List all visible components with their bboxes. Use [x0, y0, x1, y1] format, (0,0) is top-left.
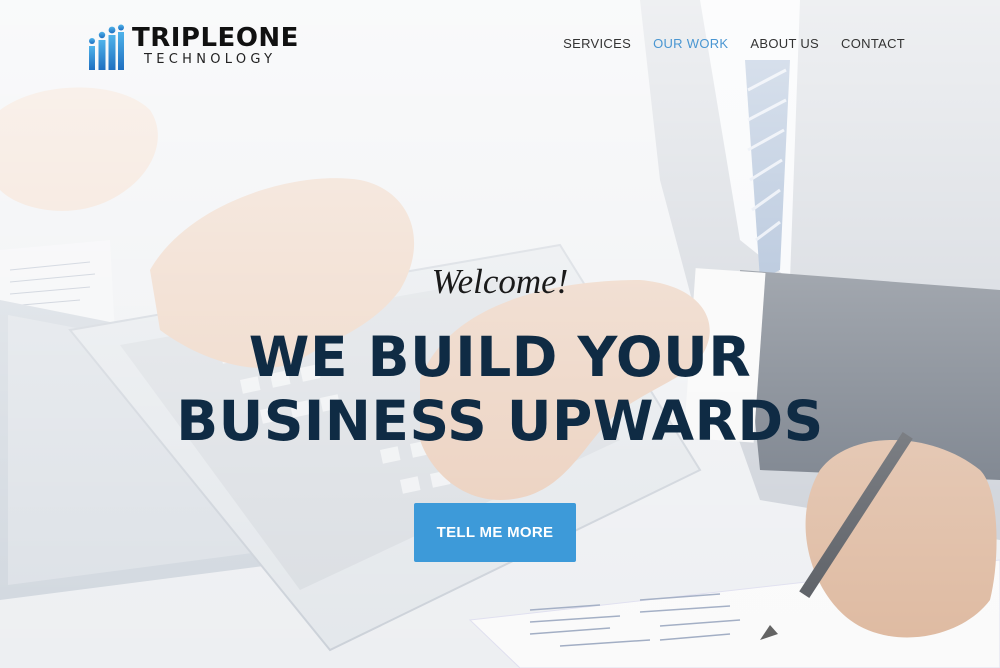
brand-subtitle: TECHNOLOGY: [144, 52, 277, 67]
site-header: TRIPLEONE TECHNOLOGY SERVICES OUR WORK A…: [0, 0, 1000, 90]
hero-headline: WE BUILD YOUR BUSINESS UPWARDS: [176, 325, 824, 453]
tell-me-more-button[interactable]: TELL ME MORE: [414, 503, 576, 562]
main-nav: SERVICES OUR WORK ABOUT US CONTACT: [563, 36, 905, 51]
bar-people-icon: [89, 24, 124, 70]
hero-welcome: Welcome!: [431, 262, 569, 301]
brand-name: TRIPLEONE: [132, 23, 299, 53]
nav-item-our-work[interactable]: OUR WORK: [653, 36, 728, 51]
nav-item-about-us[interactable]: ABOUT US: [750, 36, 819, 51]
nav-item-contact[interactable]: CONTACT: [841, 36, 905, 51]
nav-item-services[interactable]: SERVICES: [563, 36, 631, 51]
brand-logo[interactable]: TRIPLEONE TECHNOLOGY: [86, 24, 299, 76]
